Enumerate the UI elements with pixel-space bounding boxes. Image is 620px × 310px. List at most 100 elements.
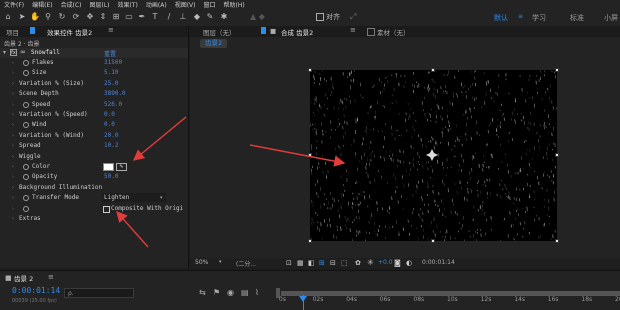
- handle-middle-left[interactable]: [308, 153, 312, 157]
- param-row[interactable]: ›Variation % (Speed)0.0: [0, 110, 188, 120]
- param-row[interactable]: ›Scene Depth3890.0: [0, 89, 188, 99]
- workspace-standard[interactable]: 标准: [570, 13, 584, 23]
- stopwatch-icon[interactable]: [23, 206, 29, 212]
- channel-icon[interactable]: ⬚: [341, 259, 348, 267]
- eraser-tool-icon[interactable]: ◆: [192, 12, 202, 22]
- tab-effect-controls[interactable]: 效果控件 齿景2: [47, 27, 92, 37]
- snapshot-icon[interactable]: ◙: [394, 259, 401, 267]
- tab-project[interactable]: 项目: [6, 27, 19, 37]
- param-row[interactable]: ›Size5.10: [0, 68, 188, 78]
- zoom-select[interactable]: 50%: [195, 259, 208, 266]
- twirl-icon[interactable]: ›: [12, 204, 14, 214]
- param-row[interactable]: ›Speed526.0: [0, 100, 188, 110]
- tab-footage[interactable]: 素材（无）: [377, 27, 410, 37]
- stopwatch-icon[interactable]: [23, 195, 29, 201]
- param-value[interactable]: 526.0: [104, 100, 122, 110]
- twirl-icon[interactable]: ›: [12, 79, 14, 89]
- twirl-icon[interactable]: ›: [12, 110, 14, 120]
- composite-checkbox[interactable]: [103, 206, 110, 213]
- twirl-icon[interactable]: ›: [12, 68, 14, 78]
- param-row[interactable]: ›Transfer ModeLighten▾: [0, 193, 188, 203]
- param-value[interactable]: 50.0: [104, 172, 118, 182]
- param-row[interactable]: ›Variation % (Size)25.0: [0, 79, 188, 89]
- reset-link[interactable]: 重置: [104, 49, 116, 58]
- param-row[interactable]: ›Flakes31500: [0, 58, 188, 68]
- stopwatch-icon[interactable]: [23, 122, 29, 128]
- stopwatch-icon[interactable]: [23, 70, 29, 76]
- twirl-icon[interactable]: ›: [12, 58, 14, 68]
- handle-top-center[interactable]: [431, 68, 435, 72]
- param-value[interactable]: 31500: [104, 58, 122, 68]
- twirl-icon[interactable]: ›: [12, 172, 14, 182]
- twirl-open-icon[interactable]: ▾: [3, 49, 6, 56]
- snap-options-icon[interactable]: ⤢: [350, 12, 356, 22]
- param-value[interactable]: 0.0: [104, 110, 115, 120]
- viewer-timecode[interactable]: 0:00:01:14: [422, 259, 455, 266]
- stopwatch-icon[interactable]: [23, 60, 29, 66]
- tab-composition[interactable]: 合成 齿景2: [281, 27, 313, 37]
- time-ruler[interactable]: 0s02s04s06s08s10s12s14s16s18s20s: [0, 271, 620, 310]
- snap-checkbox[interactable]: [316, 13, 324, 21]
- workspace-learn[interactable]: 学习: [532, 13, 546, 23]
- workspace-menu-icon[interactable]: ≡: [518, 13, 523, 20]
- stopwatch-icon[interactable]: [23, 102, 29, 108]
- menu-animation[interactable]: 动画(A): [142, 0, 171, 9]
- menu-layer[interactable]: 图层(L): [86, 0, 114, 9]
- param-row[interactable]: ›Composite With Origi: [0, 204, 188, 214]
- param-row[interactable]: ›Spread10.2: [0, 141, 188, 151]
- workspace-default[interactable]: 默认: [494, 13, 508, 23]
- param-value[interactable]: 5.10: [104, 68, 118, 78]
- home-icon[interactable]: ⌂: [3, 12, 13, 22]
- twirl-icon[interactable]: ›: [12, 214, 14, 224]
- selection-tool-icon[interactable]: ➤: [17, 12, 27, 22]
- zoom-dropdown-icon[interactable]: ▾: [219, 259, 222, 265]
- transparency-grid-icon[interactable]: ▦: [297, 259, 304, 267]
- workspace-small-screen[interactable]: 小屏: [604, 13, 618, 23]
- menu-file[interactable]: 文件(F): [0, 0, 28, 9]
- color-swatch[interactable]: [103, 163, 114, 171]
- track-xy-camera-icon[interactable]: ✥: [85, 12, 95, 22]
- zoom-tool-icon[interactable]: ⚲: [43, 12, 53, 22]
- resolution-select[interactable]: (二分...: [236, 259, 256, 268]
- param-row[interactable]: ›Wiggle: [0, 152, 188, 162]
- eyedropper-icon[interactable]: ✎: [116, 163, 127, 171]
- color-management-icon[interactable]: ✿: [355, 259, 361, 267]
- comp-lock-icon[interactable]: [261, 27, 266, 34]
- exposure-icon[interactable]: ✳: [367, 258, 374, 267]
- menu-help[interactable]: 帮助(H): [220, 0, 249, 9]
- menu-effect[interactable]: 效果(T): [114, 0, 142, 9]
- stopwatch-icon[interactable]: [23, 174, 29, 180]
- hand-tool-icon[interactable]: ✋: [30, 12, 40, 22]
- rotate-tool-icon[interactable]: ↻: [57, 12, 67, 22]
- handle-bottom-right[interactable]: [555, 239, 559, 243]
- fast-preview-icon[interactable]: ⊞: [319, 259, 325, 267]
- rectangle-tool-icon[interactable]: ▭: [124, 12, 134, 22]
- param-row[interactable]: ›Variation % (Wind)20.0: [0, 131, 188, 141]
- param-row[interactable]: ›Background Illumination: [0, 183, 188, 193]
- grid-guide-icon[interactable]: ⊟: [330, 259, 336, 267]
- handle-top-left[interactable]: [308, 68, 312, 72]
- handle-bottom-left[interactable]: [308, 239, 312, 243]
- param-row[interactable]: ›Opacity50.0: [0, 172, 188, 182]
- panel-menu-icon[interactable]: ≡: [108, 26, 114, 34]
- menu-composition[interactable]: 合成(C): [57, 0, 86, 9]
- pan-behind-icon[interactable]: ⊞: [111, 12, 121, 22]
- show-snapshot-icon[interactable]: ◐: [406, 259, 412, 267]
- twirl-icon[interactable]: ›: [12, 162, 14, 172]
- type-tool-icon[interactable]: T: [150, 12, 160, 22]
- param-value[interactable]: 20.0: [104, 131, 118, 141]
- twirl-icon[interactable]: ›: [12, 100, 14, 110]
- comp-panel-menu-icon[interactable]: ≡: [350, 26, 356, 34]
- exposure-value[interactable]: +0.0: [378, 259, 393, 266]
- mask-visibility-icon[interactable]: ◧: [308, 259, 315, 267]
- twirl-icon[interactable]: ›: [12, 141, 14, 151]
- panel-lock-icon[interactable]: [30, 27, 35, 34]
- clone-stamp-icon[interactable]: ⊥: [178, 12, 188, 22]
- twirl-icon[interactable]: ›: [12, 183, 14, 193]
- twirl-icon[interactable]: ›: [12, 131, 14, 141]
- param-value[interactable]: 0.0: [104, 120, 115, 130]
- param-row[interactable]: ›Color✎: [0, 162, 188, 172]
- puppet-pin-icon[interactable]: ✱: [219, 12, 229, 22]
- param-value[interactable]: 25.0: [104, 79, 118, 89]
- handle-bottom-center[interactable]: [431, 239, 435, 243]
